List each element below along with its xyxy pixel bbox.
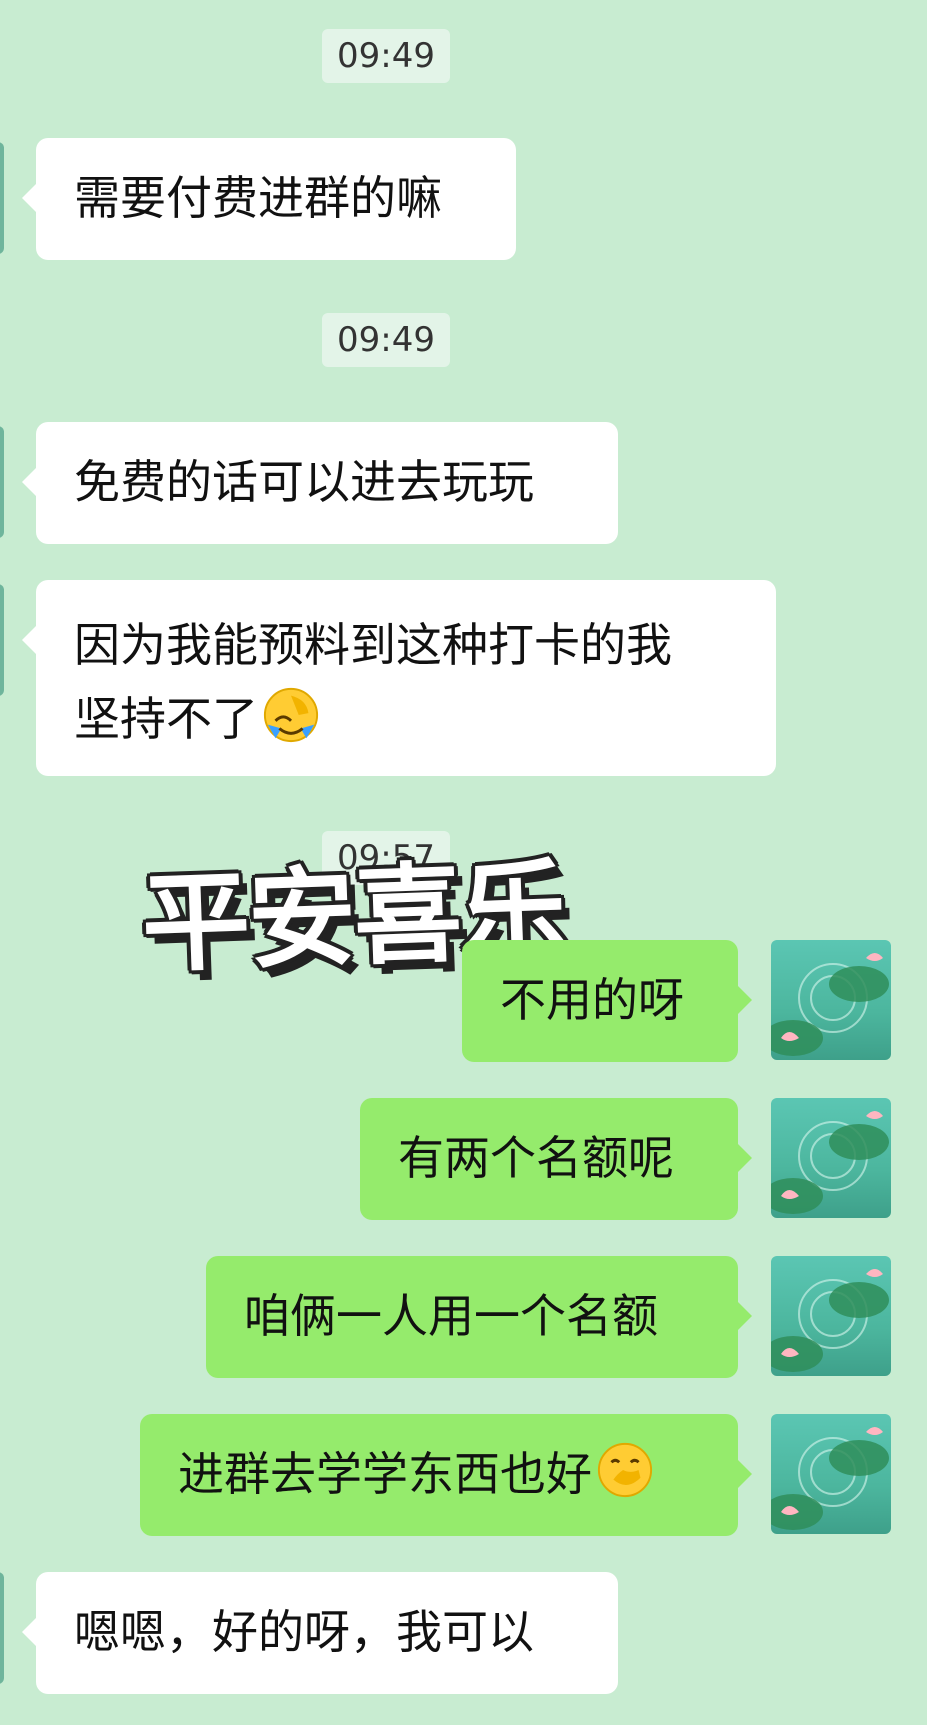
message-text: 进群去学学东西也好 [178, 1447, 592, 1501]
incoming-message[interactable]: 因为我能预料到这种打卡的我 坚持不了 [22, 580, 776, 776]
lotus-pond-avatar[interactable] [771, 940, 891, 1060]
face-with-hand-over-face-crying-emoji [263, 687, 319, 743]
lotus-pond-avatar[interactable] [771, 1098, 891, 1218]
incoming-message[interactable]: 需要付费进群的嘛 [22, 138, 516, 260]
message-text: 坚持不了 [74, 692, 258, 746]
lotus-pond-avatar[interactable] [771, 1414, 891, 1534]
timestamp: 09:49 [322, 313, 450, 367]
outgoing-message[interactable]: 有两个名额呢 [360, 1098, 752, 1220]
outgoing-message[interactable]: 不用的呀 [462, 940, 752, 1062]
contact-avatar[interactable] [0, 142, 4, 254]
message-text: 不用的呀 [500, 973, 684, 1027]
incoming-message[interactable]: 免费的话可以进去玩玩 [22, 422, 618, 544]
lotus-pond-avatar[interactable] [771, 1256, 891, 1376]
outgoing-message[interactable]: 咱俩一人用一个名额 [206, 1256, 752, 1378]
message-text: 有两个名额呢 [398, 1131, 674, 1185]
message-text: 嗯嗯，好的呀，我可以 [74, 1605, 534, 1659]
message-text: 咱俩一人用一个名额 [244, 1289, 658, 1343]
face-with-hand-over-mouth-emoji [597, 1442, 653, 1498]
contact-avatar[interactable] [0, 584, 4, 696]
message-text: 因为我能预料到这种打卡的我 [74, 618, 672, 672]
message-text: 需要付费进群的嘛 [74, 171, 442, 225]
contact-avatar[interactable] [0, 1572, 4, 1684]
contact-avatar[interactable] [0, 426, 4, 538]
message-text: 免费的话可以进去玩玩 [74, 455, 534, 509]
outgoing-message[interactable]: 进群去学学东西也好 [140, 1414, 752, 1536]
incoming-message[interactable]: 嗯嗯，好的呀，我可以 [22, 1572, 618, 1694]
timestamp: 09:49 [322, 29, 450, 83]
